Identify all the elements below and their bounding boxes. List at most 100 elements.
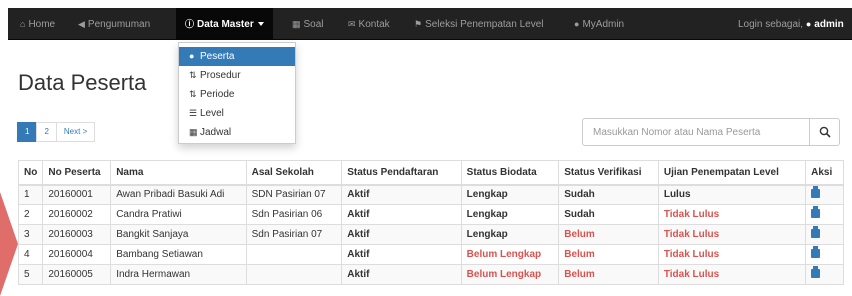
table-row: 4 20160004 Bambang Setiawan Aktif Belum … (17, 244, 844, 265)
column-header: No Peserta (42, 160, 112, 186)
print-icon[interactable] (811, 225, 821, 238)
cell-nama: Bambang Setiawan (110, 244, 247, 265)
nav-pengumuman[interactable]: ◀ Pengumuman (78, 8, 150, 40)
column-header: Status Verifikasi (558, 160, 659, 186)
cell-no: 3 (17, 224, 44, 245)
print-icon[interactable] (811, 245, 821, 258)
cell-status-pendaftaran: Aktif (341, 244, 462, 265)
login-prefix: Login sebagai, (738, 19, 804, 30)
search-icon (819, 126, 831, 138)
page-1-button[interactable]: 1 (17, 122, 38, 142)
nav-kontak-label: Kontak (358, 19, 390, 30)
dropdown-item-level[interactable]: ☰ Level (179, 104, 295, 123)
cell-nama: Indra Hermawan (110, 264, 247, 285)
cell-status-biodata: Lengkap (460, 224, 560, 245)
login-user: admin (814, 19, 844, 30)
flag-icon: ⚑ (414, 19, 423, 29)
info-icon: ⓘ (185, 19, 195, 29)
table-row: 2 20160002 Candra Pratiwi Sdn Pasirian 0… (17, 204, 844, 225)
login-info[interactable]: Login sebagai, ● admin (738, 8, 844, 40)
cell-status-verifikasi: Sudah (558, 184, 659, 205)
column-header: No (17, 160, 44, 186)
cell-asal-sekolah: SDN Pasirian 07 (245, 184, 343, 205)
page-title: Data Peserta (18, 70, 147, 95)
page-2-button[interactable]: 2 (36, 122, 57, 142)
cell-status-verifikasi: Belum (558, 264, 659, 285)
cell-aksi (805, 244, 844, 265)
cell-no: 4 (17, 244, 44, 265)
print-icon[interactable] (811, 185, 821, 198)
image-icon: ▦ (292, 19, 301, 29)
calendar-icon: ▦ (189, 127, 198, 137)
cell-no-peserta: 20160001 (42, 184, 112, 205)
data-master-dropdown: ● Peserta ⇅ Prosedur ⇅ Periode ☰ Level ▦ Jadw… (178, 42, 296, 144)
dropdown-item-prosedur[interactable]: ⇅ Prosedur (179, 66, 295, 85)
cell-status-pendaftaran: Aktif (341, 264, 462, 285)
table-row: 1 20160001 Awan Pribadi Basuki Adi SDN P… (17, 184, 844, 205)
column-header: Nama (110, 160, 247, 186)
column-header: Ujian Penempatan Level (657, 160, 807, 186)
cell-ujian: Tidak Lulus (657, 204, 807, 225)
column-header: Status Pendaftaran (341, 160, 462, 186)
cell-nama: Awan Pribadi Basuki Adi (110, 184, 247, 205)
next-page-button[interactable]: Next > (55, 122, 96, 142)
cell-ujian: Tidak Lulus (657, 244, 807, 265)
nav-seleksi-label: Seleksi Penempatan Level (425, 19, 544, 30)
search-button[interactable] (810, 118, 840, 146)
cell-no-peserta: 20160004 (42, 244, 112, 265)
dropdown-item-peserta[interactable]: ● Peserta (179, 47, 295, 66)
cell-no-peserta: 20160003 (42, 224, 112, 245)
dropdown-item-label: Peserta (200, 51, 235, 62)
cell-ujian: Lulus (657, 184, 807, 205)
cell-no: 5 (17, 264, 44, 285)
envelope-icon: ✉ (348, 19, 356, 29)
nav-kontak[interactable]: ✉ Kontak (348, 8, 390, 40)
nav-myadmin-label: MyAdmin (582, 19, 625, 30)
nav-soal[interactable]: ▦ Soal (292, 8, 324, 40)
participants-table: No No Peserta Nama Asal Sekolah Status P… (17, 160, 844, 285)
column-header: Asal Sekolah (245, 160, 343, 186)
dropdown-item-periode[interactable]: ⇅ Periode (179, 85, 295, 104)
table-row: 5 20160005 Indra Hermawan Aktif Belum Le… (17, 264, 844, 285)
cell-status-verifikasi: Belum (558, 224, 659, 245)
print-icon[interactable] (811, 265, 821, 278)
nav-seleksi[interactable]: ⚑ Seleksi Penempatan Level (414, 8, 544, 40)
dropdown-item-jadwal[interactable]: ▦ Jadwal (179, 123, 295, 142)
cell-aksi (805, 204, 844, 225)
pagination: 1 2 Next > (17, 122, 96, 142)
cell-status-verifikasi: Belum (558, 244, 659, 265)
column-header: Status Biodata (460, 160, 560, 186)
table-header-row: No No Peserta Nama Asal Sekolah Status P… (17, 160, 844, 186)
cell-asal-sekolah: Sdn Pasirian 07 (245, 224, 343, 245)
cell-ujian: Tidak Lulus (657, 264, 807, 285)
cell-no: 1 (17, 184, 44, 205)
dropdown-item-label: Periode (200, 89, 235, 100)
user-icon: ● (574, 19, 580, 29)
nav-data-master[interactable]: ⓘ Data Master (176, 8, 273, 40)
cell-asal-sekolah (245, 244, 343, 265)
table-row: 3 20160003 Bangkit Sanjaya Sdn Pasirian … (17, 224, 844, 245)
cell-status-pendaftaran: Aktif (341, 184, 462, 205)
sort-icon: ⇅ (189, 89, 197, 99)
cell-aksi (805, 264, 844, 285)
bullhorn-icon: ◀ (78, 19, 85, 29)
cell-status-pendaftaran: Aktif (341, 204, 462, 225)
cell-aksi (805, 224, 844, 245)
print-icon[interactable] (811, 205, 821, 218)
top-navbar: ⌂ Home ◀ Pengumuman ⓘ Data Master ▦ Soal ✉ Ko… (8, 8, 852, 40)
nav-home[interactable]: ⌂ Home (20, 8, 55, 40)
cell-no: 2 (17, 204, 44, 225)
cell-no-peserta: 20160002 (42, 204, 112, 225)
user-icon: ● (189, 51, 195, 61)
cell-asal-sekolah (245, 264, 343, 285)
cell-no-peserta: 20160005 (42, 264, 112, 285)
nav-myadmin[interactable]: ● MyAdmin (574, 8, 624, 40)
nav-pengumuman-label: Pengumuman (87, 19, 151, 30)
nav-data-master-label: Data Master (197, 19, 254, 30)
nav-soal-label: Soal (303, 19, 324, 30)
search-input[interactable] (582, 118, 810, 146)
cell-ujian: Tidak Lulus (657, 224, 807, 245)
chevron-down-icon (257, 22, 264, 27)
cell-status-pendaftaran: Aktif (341, 224, 462, 245)
cell-status-biodata: Belum Lengkap (460, 244, 560, 265)
